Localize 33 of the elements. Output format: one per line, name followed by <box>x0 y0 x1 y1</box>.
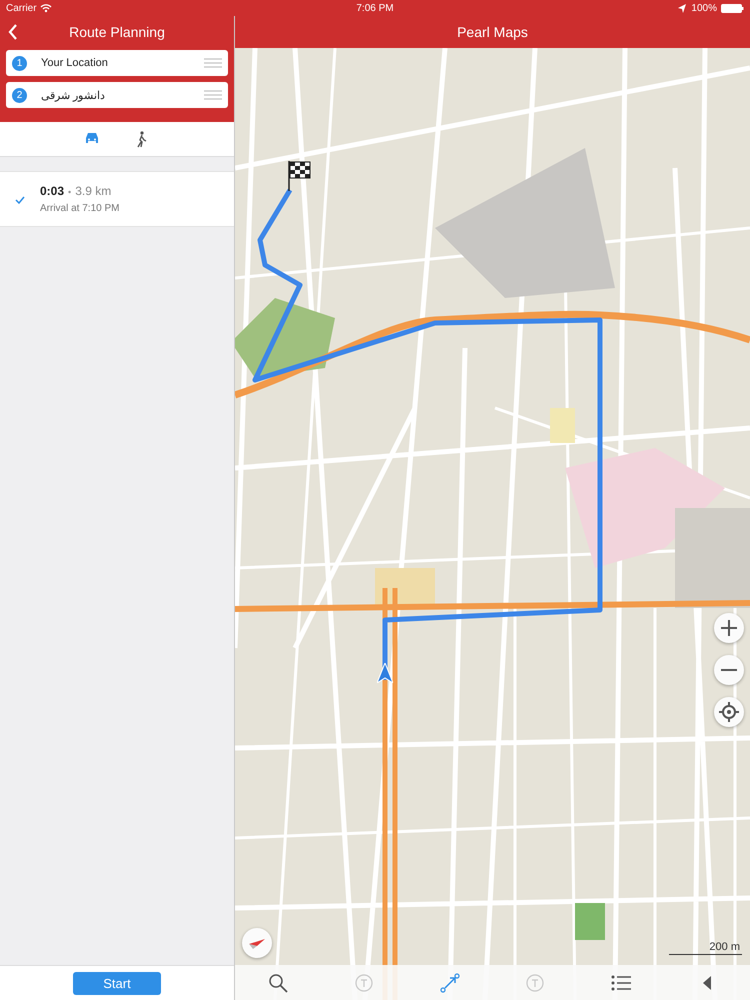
route-icon <box>440 972 460 992</box>
minus-icon <box>721 669 737 671</box>
route-duration: 0:03 <box>40 184 64 198</box>
stop-number: 1 <box>12 56 27 70</box>
wifi-icon <box>40 3 52 13</box>
list-icon <box>611 972 632 992</box>
navigation-arrow-icon <box>377 663 393 683</box>
clock-time: 7:06 PM <box>356 2 394 14</box>
app-title: Pearl Maps <box>457 24 528 40</box>
panel-title: Route Planning <box>68 24 166 40</box>
drag-handle-icon <box>204 90 222 100</box>
stop-field[interactable]: 1 Your Location <box>6 50 228 76</box>
back-button[interactable] <box>6 22 20 42</box>
carrier-label: Carrier <box>6 2 37 14</box>
drag-handle-icon <box>204 58 222 68</box>
map-scale: 200 m <box>669 941 742 955</box>
stop-label: Your Location <box>41 57 109 69</box>
back-chevron-icon <box>8 24 18 40</box>
circle-sign-icon <box>525 972 546 992</box>
circle-sign-icon <box>354 972 374 992</box>
plus-icon <box>719 618 739 638</box>
stop-number: 2 <box>12 88 27 102</box>
battery-percentage: 100% <box>691 2 717 14</box>
search-icon <box>268 972 288 992</box>
separator-dot: • <box>68 187 72 197</box>
checkered-flag-icon <box>288 161 311 192</box>
stop-label: دانشور شرقی <box>41 88 106 102</box>
location-arrow-icon <box>677 2 688 14</box>
arrival-time: Arrival at 7:10 PM <box>40 203 120 214</box>
route-distance: 3.9 km <box>75 184 112 198</box>
route-option[interactable]: 0:03 • 3.9 km Arrival at 7:10 PM <box>0 171 234 227</box>
battery-icon <box>721 4 744 12</box>
crosshair-icon <box>719 702 739 722</box>
